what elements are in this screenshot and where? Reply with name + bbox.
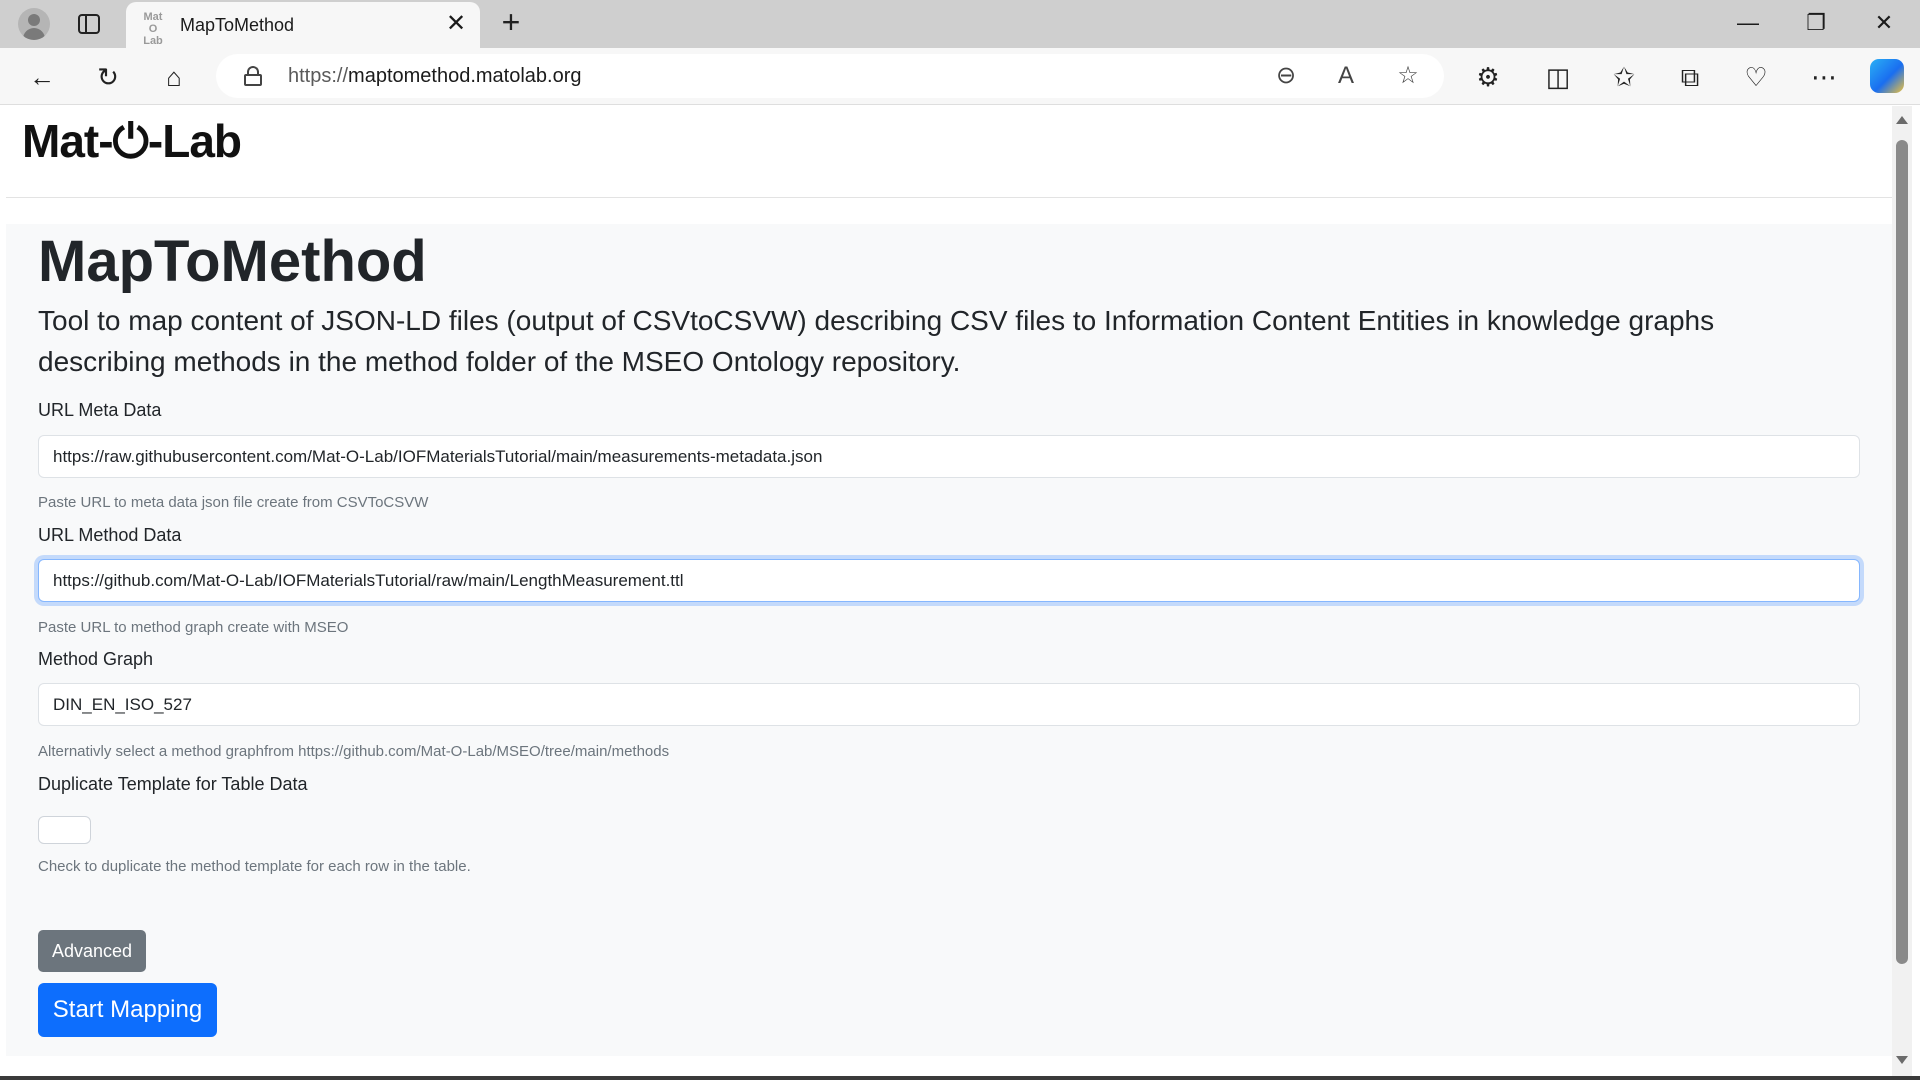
web-page: Mat-⏻-Lab MapToMethod Tool to map conten… <box>6 106 1892 1076</box>
profile-avatar-icon[interactable] <box>18 8 50 40</box>
favorite-star-icon[interactable]: ☆ <box>1392 60 1424 92</box>
meta-data-url-input[interactable]: https://raw.githubusercontent.com/Mat-O-… <box>38 435 1860 478</box>
tab-title: MapToMethod <box>180 15 295 35</box>
method-data-url-input[interactable]: https://github.com/Mat-O-Lab/IOFMaterial… <box>38 559 1860 602</box>
back-icon[interactable]: ← <box>24 59 60 95</box>
tab-actions-icon[interactable] <box>78 14 100 34</box>
meta-data-label: URL Meta Data <box>38 400 162 420</box>
duplicate-template-label: Duplicate Template for Table Data <box>38 774 308 794</box>
restore-icon[interactable]: ❐ <box>1782 0 1850 48</box>
duplicate-template-checkbox[interactable] <box>38 816 91 844</box>
new-tab-icon[interactable]: + <box>494 6 528 40</box>
taskbar-edge <box>0 1076 1920 1080</box>
method-graph-help: Alternativly select a method graphfrom h… <box>38 743 670 760</box>
address-bar[interactable]: https://maptomethod.matolab.org ⊖ A ☆ <box>216 54 1444 98</box>
lock-icon[interactable] <box>244 66 262 86</box>
minimize-icon[interactable]: — <box>1714 0 1782 48</box>
browser-essentials-icon[interactable]: ♡ <box>1738 59 1774 95</box>
split-screen-icon[interactable]: ◫ <box>1540 59 1576 95</box>
method-data-help: Paste URL to method graph create with MS… <box>38 619 349 636</box>
refresh-icon[interactable]: ↻ <box>90 59 126 95</box>
browser-tab-bar: Mat O Lab MapToMethod ✕ + — ❐ ✕ <box>0 0 1920 48</box>
page-scrollbar[interactable] <box>1892 106 1912 1076</box>
browser-toolbar: ← ↻ ⌂ https://maptomethod.matolab.org ⊖ … <box>0 48 1920 105</box>
more-menu-icon[interactable]: ⋯ <box>1806 59 1842 95</box>
favorites-icon[interactable]: ✩ <box>1606 59 1642 95</box>
scroll-thumb[interactable] <box>1896 140 1908 964</box>
extensions-icon[interactable]: ⚙ <box>1470 59 1506 95</box>
window-close-icon[interactable]: ✕ <box>1850 0 1918 48</box>
scroll-down-icon[interactable] <box>1896 1056 1908 1064</box>
duplicate-template-help: Check to duplicate the method template f… <box>38 858 471 875</box>
browser-tab-active[interactable]: Mat O Lab MapToMethod ✕ <box>126 2 480 48</box>
url-text[interactable]: https://maptomethod.matolab.org <box>288 65 582 88</box>
home-icon[interactable]: ⌂ <box>156 59 192 95</box>
start-mapping-button[interactable]: Start Mapping <box>38 983 217 1037</box>
main-content: MapToMethod Tool to map content of JSON-… <box>6 224 1892 1056</box>
method-graph-select[interactable]: DIN_EN_ISO_527 <box>38 683 1860 726</box>
scroll-up-icon[interactable] <box>1896 116 1908 124</box>
page-title: MapToMethod <box>38 229 427 294</box>
read-aloud-icon[interactable]: A <box>1330 60 1362 92</box>
page-description: Tool to map content of JSON-LD files (ou… <box>38 305 1715 377</box>
method-data-label: URL Method Data <box>38 525 182 545</box>
zoom-out-icon[interactable]: ⊖ <box>1270 60 1302 92</box>
favicon-icon: Mat O Lab <box>143 11 163 47</box>
meta-data-help: Paste URL to meta data json file create … <box>38 494 429 511</box>
site-logo[interactable]: Mat-⏻-Lab <box>22 114 242 170</box>
copilot-icon[interactable] <box>1870 59 1904 93</box>
site-header: Mat-⏻-Lab <box>6 106 1892 198</box>
method-graph-label: Method Graph <box>38 649 154 669</box>
close-tab-icon[interactable]: ✕ <box>442 10 470 38</box>
collections-icon[interactable]: ⧉ <box>1672 59 1708 95</box>
advanced-button[interactable]: Advanced <box>38 930 146 972</box>
